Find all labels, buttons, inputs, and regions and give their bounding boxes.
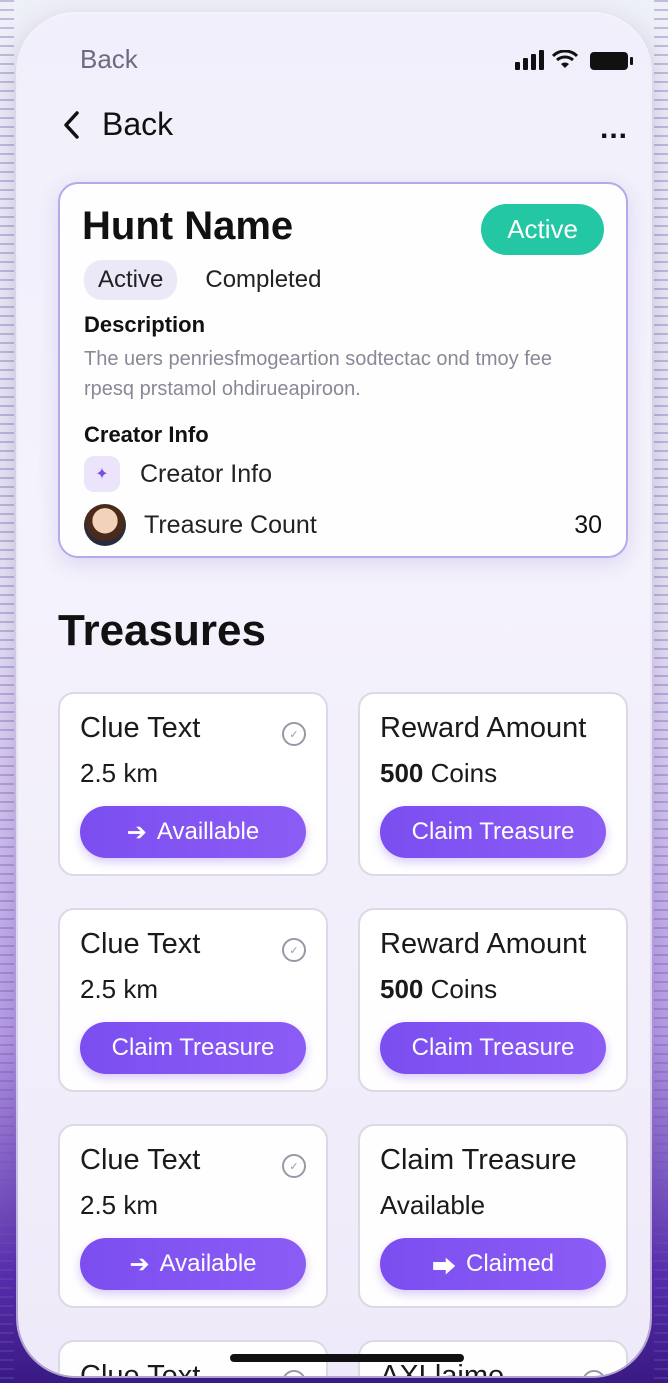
filter-completed[interactable]: Completed (191, 260, 335, 300)
status-badge[interactable]: Active (481, 204, 604, 255)
creator-row[interactable]: ✦ Creator Info (84, 456, 272, 492)
creator-name: Creator Info (140, 459, 273, 488)
reward-amount: 500 Coins (380, 758, 497, 789)
creator-info-label: Creator Info (84, 422, 209, 447)
treasure-card-distance: 2.5 km (80, 974, 159, 1004)
treasure-card-title: Reward Amount (380, 712, 587, 744)
treasure-card-title: Claim Treasure (380, 1144, 577, 1176)
check-circle-icon[interactable]: ✓ (282, 722, 306, 746)
treasure-card[interactable]: Clue Text ✓ 2.5 km ➔ Availlable (58, 692, 328, 876)
description-text: The uers penriesfmogeartion sodtectac on… (84, 348, 553, 400)
avatar (84, 504, 126, 546)
check-circle-icon[interactable]: ✓ (282, 1370, 306, 1376)
creator-icon: ✦ (84, 456, 120, 492)
claimed-button[interactable]: ⮕ Claimed (380, 1238, 606, 1290)
treasure-card[interactable]: Claim Treasure Available ⮕ Claimed (358, 1124, 628, 1308)
status-icons (515, 48, 633, 70)
claim-treasure-button[interactable]: Claim Treasure (380, 806, 606, 858)
button-label: Claim Treasure (411, 818, 575, 845)
reward-value: 500 (380, 974, 424, 1004)
treasure-card[interactable]: Reward Amount 500 Coins Claim Treasure (358, 692, 628, 876)
button-label: Claim Treasure (411, 1034, 575, 1061)
background-stripes-right (654, 0, 668, 1383)
button-label: Available (159, 1250, 257, 1277)
treasure-card-title: Clue Text (80, 928, 201, 960)
back-label: Back (102, 106, 174, 142)
treasures-heading: Treasures (58, 606, 266, 655)
battery-icon (590, 52, 633, 70)
check-circle-icon[interactable]: ✓ (582, 1370, 606, 1376)
treasure-card-distance: 2.5 km (80, 758, 159, 788)
treasure-count-value: 30 (574, 510, 602, 539)
hunt-detail-card: Hunt Name Active Active Completed Descri… (58, 182, 628, 558)
status-filter: Active Completed (84, 260, 335, 300)
treasure-card-title: Clue Text (80, 1360, 201, 1376)
status-back-label[interactable]: Back (80, 44, 138, 75)
status-bar: Back (18, 44, 650, 78)
available-button[interactable]: ➔ Available (80, 1238, 306, 1290)
treasure-card[interactable]: Clue Text ✓ 2.5 km ➔ Available (58, 1124, 328, 1308)
chevron-left-icon (64, 110, 79, 139)
navigation-bar: Back ... (18, 106, 650, 156)
check-circle-icon[interactable]: ✓ (282, 938, 306, 962)
availlable-button[interactable]: ➔ Availlable (80, 806, 306, 858)
treasure-grid: Clue Text ✓ 2.5 km ➔ Availlable Reward A… (58, 692, 628, 1376)
treasure-card-distance: 2.5 km (80, 1190, 159, 1220)
claim-treasure-button[interactable]: Claim Treasure (380, 1022, 606, 1074)
reward-unit: Coins (430, 974, 498, 1004)
arrow-right-icon: ➔ (129, 1250, 150, 1278)
reward-amount: 500 Coins (380, 974, 497, 1005)
claimed-icon: ⮕ (431, 1253, 456, 1281)
reward-value: 500 (380, 758, 424, 788)
filter-active[interactable]: Active (84, 260, 178, 300)
background-stripes-left (0, 0, 14, 1383)
hunt-title: Hunt Name (82, 204, 294, 248)
claim-treasure-button[interactable]: Claim Treasure (80, 1022, 306, 1074)
button-label: Claimed (465, 1250, 555, 1277)
home-indicator[interactable] (230, 1354, 464, 1362)
treasure-count-row: Treasure Count 30 (84, 504, 602, 546)
treasure-card-title: Reward Amount (380, 928, 587, 960)
treasure-card-title: AXLlaime (380, 1360, 505, 1376)
treasure-card-title: Clue Text (80, 1144, 201, 1176)
arrow-right-icon: ➔ (126, 818, 147, 846)
reward-unit: Coins (430, 758, 498, 788)
more-options-icon[interactable]: ... (600, 112, 628, 146)
treasure-card-status: Available (380, 1190, 486, 1220)
button-label: Availlable (156, 818, 260, 845)
cellular-signal-icon (515, 48, 544, 70)
treasure-card-title: Clue Text (80, 712, 201, 744)
treasure-card[interactable]: Reward Amount 500 Coins Claim Treasure (358, 908, 628, 1092)
wifi-icon (552, 50, 578, 68)
treasure-count-label: Treasure Count (144, 510, 317, 539)
button-label: Claim Treasure (111, 1034, 275, 1061)
check-circle-icon[interactable]: ✓ (282, 1154, 306, 1178)
description-label: Description (84, 312, 206, 337)
phone-screen: Back Back ... Hunt Name Active Active Co… (18, 14, 650, 1376)
treasure-card[interactable]: Clue Text ✓ 2.5 km Claim Treasure (58, 908, 328, 1092)
back-button[interactable]: Back (62, 106, 173, 143)
